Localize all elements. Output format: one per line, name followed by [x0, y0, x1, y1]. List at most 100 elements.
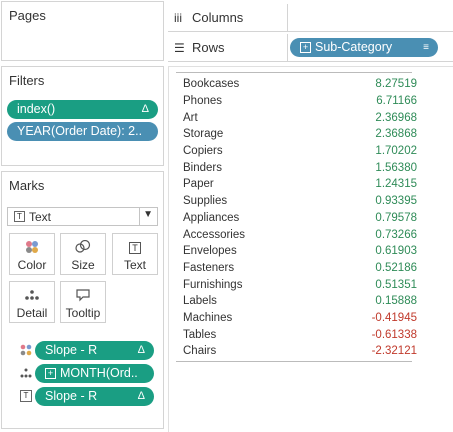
slope-value-cell[interactable]: 1.70202	[333, 143, 419, 160]
table-row[interactable]: Bookcases 8.27519	[176, 76, 419, 93]
sub-category-cell[interactable]: Binders	[176, 159, 333, 176]
slope-value-cell[interactable]: 0.73266	[333, 226, 419, 243]
sub-category-cell[interactable]: Bookcases	[176, 76, 333, 93]
sub-category-cell[interactable]: Labels	[176, 293, 333, 310]
sub-category-cell[interactable]: Tables	[176, 326, 333, 343]
sub-category-cell[interactable]: Paper	[176, 176, 333, 193]
tooltip-button-label: Tooltip	[65, 306, 101, 320]
slope-value-cell[interactable]: -0.41945	[333, 310, 419, 327]
slope-value-cell[interactable]: 8.27519	[333, 76, 419, 93]
table-row[interactable]: Art 2.36968	[176, 109, 419, 126]
table-row[interactable]: Machines -0.41945	[176, 310, 419, 327]
slope-value-cell[interactable]: 2.36868	[333, 126, 419, 143]
marks-panel[interactable]: Marks T Text ▼ Color Size T Text Detail …	[1, 171, 164, 429]
table-row[interactable]: Accessories 0.73266	[176, 226, 419, 243]
rows-label-text: Rows	[192, 40, 225, 55]
slope-value-cell[interactable]: -2.32121	[333, 343, 419, 360]
shelf-divider	[287, 4, 288, 31]
calculation-delta-icon: Δ	[141, 103, 149, 115]
sub-category-cell[interactable]: Machines	[176, 310, 333, 327]
chevron-down-icon[interactable]: ▼	[143, 209, 153, 220]
table-row[interactable]: Appliances 0.79578	[176, 210, 419, 227]
color-button-label: Color	[17, 258, 47, 272]
table-separator	[176, 72, 412, 73]
text-button-label: Text	[123, 258, 146, 272]
sub-category-cell[interactable]: Accessories	[176, 226, 333, 243]
sub-category-cell[interactable]: Chairs	[176, 343, 333, 360]
columns-label-text: Columns	[192, 10, 244, 25]
mark-type-dropdown[interactable]: T Text ▼	[7, 207, 158, 226]
sub-category-cell[interactable]: Storage	[176, 126, 333, 143]
text-icon: T	[113, 240, 157, 254]
detail-button[interactable]: Detail	[9, 281, 55, 323]
sub-category-pill[interactable]: + Sub-Category ≡	[290, 38, 438, 57]
slope-value-cell[interactable]: -0.61338	[333, 326, 419, 343]
rows-pill-label: Sub-Category	[315, 40, 393, 54]
slope-value-cell[interactable]: 0.51351	[333, 276, 419, 293]
sub-category-cell[interactable]: Art	[176, 109, 333, 126]
table-row[interactable]: Supplies 0.93395	[176, 193, 419, 210]
table-row[interactable]: Tables -0.61338	[176, 326, 419, 343]
field-pill-label: Slope - R	[45, 389, 98, 403]
table-row[interactable]: Envelopes 0.61903	[176, 243, 419, 260]
table-row[interactable]: Paper 1.24315	[176, 176, 419, 193]
table-bottom-separator	[176, 361, 412, 362]
field-pill-label: Slope - R	[45, 343, 98, 357]
table-row[interactable]: Fasteners 0.52186	[176, 260, 419, 277]
view-left-border	[168, 66, 169, 432]
text-mark-icon: T	[14, 211, 25, 222]
filter-pill-year[interactable]: YEAR(Order Date): 2..	[7, 122, 158, 141]
sort-descending-icon: ≡	[423, 42, 429, 53]
slope-value-cell[interactable]: 0.61903	[333, 243, 419, 260]
sub-category-cell[interactable]: Furnishings	[176, 276, 333, 293]
table-row[interactable]: Labels 0.15888	[176, 293, 419, 310]
sub-category-cell[interactable]: Supplies	[176, 193, 333, 210]
detail-field-pill[interactable]: + MONTH(Ord..	[35, 364, 154, 383]
table-row[interactable]: Copiers 1.70202	[176, 143, 419, 160]
text-field-pill[interactable]: Slope - R Δ	[35, 387, 154, 406]
size-icon	[75, 240, 91, 253]
calculation-delta-icon: Δ	[137, 344, 145, 356]
slope-value-cell[interactable]: 0.93395	[333, 193, 419, 210]
color-button[interactable]: Color	[9, 233, 55, 275]
plus-box-icon: +	[45, 368, 56, 379]
columns-shelf[interactable]: iii Columns	[168, 4, 453, 32]
slope-value-cell[interactable]: 0.79578	[333, 210, 419, 227]
pages-panel[interactable]: Pages	[1, 1, 164, 61]
field-pill-label: MONTH(Ord..	[60, 366, 138, 380]
calculation-delta-icon: Δ	[137, 390, 145, 402]
sub-category-cell[interactable]: Fasteners	[176, 260, 333, 277]
detail-icon	[25, 290, 39, 300]
filters-panel[interactable]: Filters index() Δ YEAR(Order Date): 2..	[1, 66, 164, 166]
color-dots-icon	[26, 241, 38, 253]
slope-value-cell[interactable]: 6.71166	[333, 93, 419, 110]
slope-value-cell[interactable]: 0.52186	[333, 260, 419, 277]
filter-pill-label: YEAR(Order Date): 2..	[17, 124, 143, 138]
table-row[interactable]: Chairs -2.32121	[176, 343, 419, 360]
color-field-pill[interactable]: Slope - R Δ	[35, 341, 154, 360]
detail-button-label: Detail	[16, 306, 48, 320]
size-button-label: Size	[71, 258, 95, 272]
table-row[interactable]: Storage 2.36868	[176, 126, 419, 143]
marks-title: Marks	[9, 178, 45, 193]
tooltip-button[interactable]: Tooltip	[60, 281, 106, 323]
sub-category-cell[interactable]: Copiers	[176, 143, 333, 160]
sub-category-cell[interactable]: Appliances	[176, 210, 333, 227]
pages-title: Pages	[9, 8, 46, 23]
table-row[interactable]: Phones 6.71166	[176, 93, 419, 110]
table-row[interactable]: Furnishings 0.51351	[176, 276, 419, 293]
text-button[interactable]: T Text	[112, 233, 158, 275]
sub-category-cell[interactable]: Envelopes	[176, 243, 333, 260]
rows-icon: ☰	[174, 41, 185, 55]
filter-pill-index[interactable]: index() Δ	[7, 100, 158, 119]
slope-value-cell[interactable]: 0.15888	[333, 293, 419, 310]
size-button[interactable]: Size	[60, 233, 106, 275]
slope-value-cell[interactable]: 1.24315	[333, 176, 419, 193]
shelf-divider	[287, 34, 288, 61]
sub-category-cell[interactable]: Phones	[176, 93, 333, 110]
slope-value-cell[interactable]: 2.36968	[333, 109, 419, 126]
rows-shelf[interactable]: ☰ Rows + Sub-Category ≡	[168, 34, 453, 62]
table-row[interactable]: Binders 1.56380	[176, 159, 419, 176]
mark-type-value: Text	[29, 210, 52, 224]
slope-value-cell[interactable]: 1.56380	[333, 159, 419, 176]
